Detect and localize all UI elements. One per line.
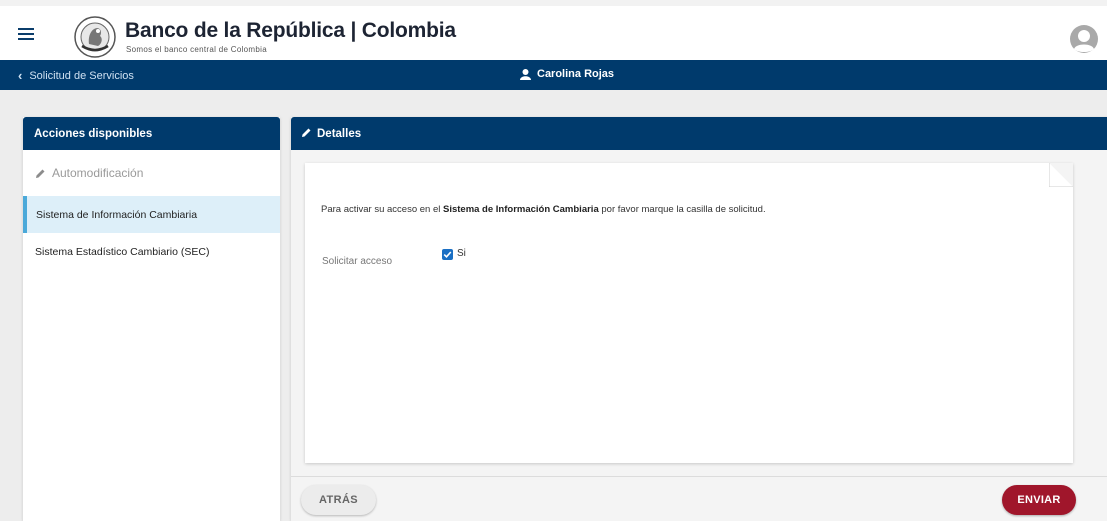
sidebar-item-label: Sistema de Información Cambiaria: [36, 208, 198, 221]
bank-seal-logo: [74, 16, 116, 58]
details-header: Detalles: [291, 117, 1107, 150]
send-button[interactable]: ENVIAR: [1002, 485, 1076, 515]
page-corner-icon: [1049, 163, 1073, 187]
hamburger-menu-icon[interactable]: [18, 28, 34, 42]
available-actions-title: Acciones disponibles: [23, 117, 280, 150]
back-button[interactable]: ATRÁS: [301, 485, 376, 515]
instruction-text: Para activar su acceso en el Sistema de …: [321, 204, 766, 215]
details-card: Para activar su acceso en el Sistema de …: [305, 163, 1073, 463]
chevron-left-icon: ‹: [18, 68, 23, 83]
top-header: Banco de la República | Colombia Somos e…: [0, 0, 1107, 60]
brand-title: Banco de la República | Colombia: [125, 19, 456, 42]
current-user: Carolina Rojas: [520, 68, 614, 80]
details-title: Detalles: [317, 127, 362, 140]
user-name-label: Carolina Rojas: [537, 68, 615, 80]
details-panel: Detalles Para activar su acceso en el Si…: [291, 117, 1107, 521]
system-name: Sistema de Información Cambiaria: [442, 204, 599, 215]
sidebar-item-label: Automodificación: [52, 166, 144, 180]
nav-bar: ‹ Solicitud de Servicios Carolina Rojas: [0, 60, 1107, 90]
request-access-checkbox[interactable]: [442, 249, 453, 260]
checkmark-icon: [443, 251, 452, 258]
footer-divider: [291, 476, 1107, 477]
checkbox-label: Si: [457, 248, 466, 259]
sidebar-item-label: Sistema Estadístico Cambiario (SEC): [35, 245, 210, 258]
brand-subtitle: Somos el banco central de Colombia: [126, 45, 267, 54]
user-icon: [520, 68, 531, 80]
pencil-icon: [36, 169, 45, 178]
back-link-label: Solicitud de Servicios: [29, 69, 134, 82]
request-access-label: Solicitar acceso: [322, 256, 393, 267]
back-to-requests-link[interactable]: ‹ Solicitud de Servicios: [18, 68, 134, 83]
sidebar-item-sistema-estadistico-cambiario[interactable]: Sistema Estadístico Cambiario (SEC): [23, 233, 280, 270]
sidebar-item-automodificacion: Automodificación: [23, 150, 280, 196]
pencil-icon: [302, 128, 311, 137]
sidebar-item-sistema-informacion-cambiaria[interactable]: Sistema de Información Cambiaria: [23, 196, 280, 233]
user-avatar-icon[interactable]: [1070, 25, 1098, 53]
available-actions-panel: Acciones disponibles Automodificación Si…: [23, 117, 280, 521]
